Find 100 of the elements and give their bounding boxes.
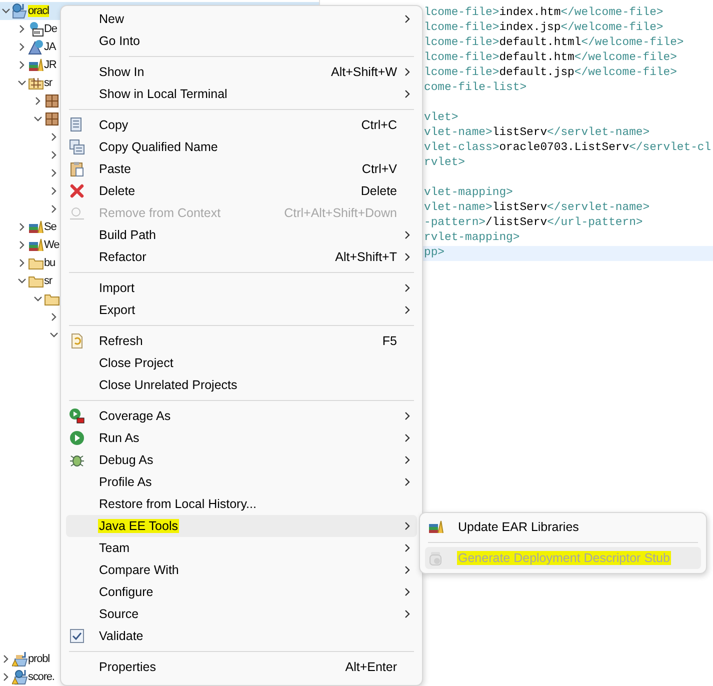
submenu-chevron-icon xyxy=(404,252,411,262)
menu-item[interactable]: Properties Alt+Enter xyxy=(66,656,417,678)
menu-item[interactable]: Show In Alt+Shift+W xyxy=(66,61,417,83)
tree-item[interactable]: sr xyxy=(44,77,52,89)
checkbox-icon xyxy=(69,628,85,644)
code-line: lcome-file>index.htm</welcome-file> xyxy=(424,6,664,21)
menu-item[interactable]: Refactor Alt+Shift+T xyxy=(66,246,417,268)
descriptor-icon xyxy=(28,21,44,37)
books-icon xyxy=(28,219,44,235)
expand-chevron-icon[interactable] xyxy=(49,312,59,322)
submenu-chevron-icon xyxy=(404,455,411,465)
collapse-chevron-icon[interactable] xyxy=(33,294,43,304)
tree-item[interactable]: JR xyxy=(44,59,56,71)
tree-item[interactable]: We xyxy=(44,239,60,251)
submenu-chevron-icon xyxy=(404,587,411,597)
copy-icon xyxy=(69,139,85,155)
submenu-chevron-icon xyxy=(404,14,411,24)
remove-icon xyxy=(69,205,85,221)
menu-item[interactable]: Profile As xyxy=(66,471,417,493)
close-icon xyxy=(69,183,85,199)
menu-item[interactable]: Close Unrelated Projects xyxy=(66,374,417,396)
books-icon xyxy=(28,57,44,73)
menu-item[interactable]: Compare With xyxy=(66,559,417,581)
menu-item[interactable]: Validate xyxy=(66,625,417,647)
code-line: -pattern>/listServ</url-pattern> xyxy=(424,216,643,231)
tree-item[interactable]: sr xyxy=(44,275,52,287)
expand-chevron-icon[interactable] xyxy=(1,672,11,682)
expand-chevron-icon[interactable] xyxy=(49,150,59,160)
collapse-chevron-icon[interactable] xyxy=(17,276,27,286)
menu-item[interactable]: Debug As xyxy=(66,449,417,471)
refresh-icon xyxy=(69,333,85,349)
menu-item[interactable]: Team xyxy=(66,537,417,559)
expand-chevron-icon[interactable] xyxy=(49,186,59,196)
menu-item[interactable]: Delete Delete xyxy=(66,180,417,202)
web-project-icon xyxy=(12,3,28,19)
menu-item[interactable]: Source xyxy=(66,603,417,625)
menu-item[interactable]: Refresh F5 xyxy=(66,330,417,352)
tree-item[interactable]: score. xyxy=(28,671,54,683)
tree-item[interactable]: De xyxy=(44,23,57,35)
code-line: vlet-mapping> xyxy=(424,186,513,201)
menu-item[interactable]: Close Project xyxy=(66,352,417,374)
expand-chevron-icon[interactable] xyxy=(49,204,59,214)
collapse-chevron-icon[interactable] xyxy=(1,6,11,16)
menu-item[interactable]: Build Path xyxy=(66,224,417,246)
tree-item[interactable]: Se xyxy=(44,221,56,233)
tree-item[interactable]: oracl xyxy=(28,5,49,17)
submenu-chevron-icon xyxy=(404,433,411,443)
menu-item[interactable]: New xyxy=(66,8,417,30)
menu-item[interactable]: Run As xyxy=(66,427,417,449)
collapse-chevron-icon[interactable] xyxy=(33,114,43,124)
warning-project-icon xyxy=(12,651,28,667)
books-icon xyxy=(428,519,444,535)
expand-chevron-icon[interactable] xyxy=(49,132,59,142)
tree-item[interactable]: bu xyxy=(44,257,56,269)
expand-chevron-icon[interactable] xyxy=(49,168,59,178)
warning-project-icon xyxy=(12,669,28,685)
menu-item[interactable]: Coverage As xyxy=(66,405,417,427)
menu-item[interactable]: Java EE Tools xyxy=(66,515,417,537)
menu-item[interactable]: Configure xyxy=(66,581,417,603)
code-line: vlet-name>listServ</servlet-name> xyxy=(424,126,650,141)
run-icon xyxy=(69,430,85,446)
expand-chevron-icon[interactable] xyxy=(17,24,27,34)
menu-item[interactable]: Restore from Local History... xyxy=(66,493,417,515)
code-line: lcome-file>index.jsp</welcome-file> xyxy=(424,21,664,36)
submenu-chevron-icon xyxy=(404,543,411,553)
menu-item[interactable]: Copy Ctrl+C xyxy=(66,114,417,136)
expand-chevron-icon[interactable] xyxy=(17,258,27,268)
submenu-chevron-icon xyxy=(404,305,411,315)
expand-chevron-icon[interactable] xyxy=(17,60,27,70)
expand-chevron-icon[interactable] xyxy=(1,654,11,664)
jax-icon xyxy=(28,39,44,55)
menu-item[interactable]: Paste Ctrl+V xyxy=(66,158,417,180)
code-line: pp> xyxy=(424,246,445,261)
menu-item[interactable]: Update EAR Libraries xyxy=(425,516,701,538)
expand-chevron-icon[interactable] xyxy=(17,240,27,250)
code-line: vlet-name>listServ</servlet-name> xyxy=(424,201,650,216)
submenu-chevron-icon xyxy=(404,230,411,240)
tree-item[interactable]: probl xyxy=(28,653,50,665)
menu-item[interactable]: Copy Qualified Name xyxy=(66,136,417,158)
menu-item[interactable]: Show in Local Terminal xyxy=(66,83,417,105)
expand-chevron-icon[interactable] xyxy=(33,96,43,106)
collapse-chevron-icon[interactable] xyxy=(49,330,59,340)
menu-item[interactable]: Export xyxy=(66,299,417,321)
menu-item[interactable]: Import xyxy=(66,277,417,299)
coverage-icon xyxy=(69,408,85,424)
submenu-chevron-icon xyxy=(404,283,411,293)
code-line: lcome-file>default.html</welcome-file> xyxy=(424,36,684,51)
collapse-chevron-icon[interactable] xyxy=(17,78,27,88)
clipboard-icon xyxy=(69,161,85,177)
submenu-chevron-icon xyxy=(404,609,411,619)
expand-chevron-icon[interactable] xyxy=(17,222,27,232)
source-folder-icon xyxy=(28,75,44,91)
code-line: vlet> xyxy=(424,111,458,126)
submenu-chevron-icon xyxy=(404,411,411,421)
tree-item[interactable]: JA xyxy=(44,41,56,53)
expand-chevron-icon[interactable] xyxy=(17,42,27,52)
menu-item[interactable]: Go Into xyxy=(66,30,417,52)
code-line: lcome-file>default.htm</welcome-file> xyxy=(424,51,677,66)
submenu-chevron-icon xyxy=(404,67,411,77)
code-line: come-file-list> xyxy=(424,81,527,96)
